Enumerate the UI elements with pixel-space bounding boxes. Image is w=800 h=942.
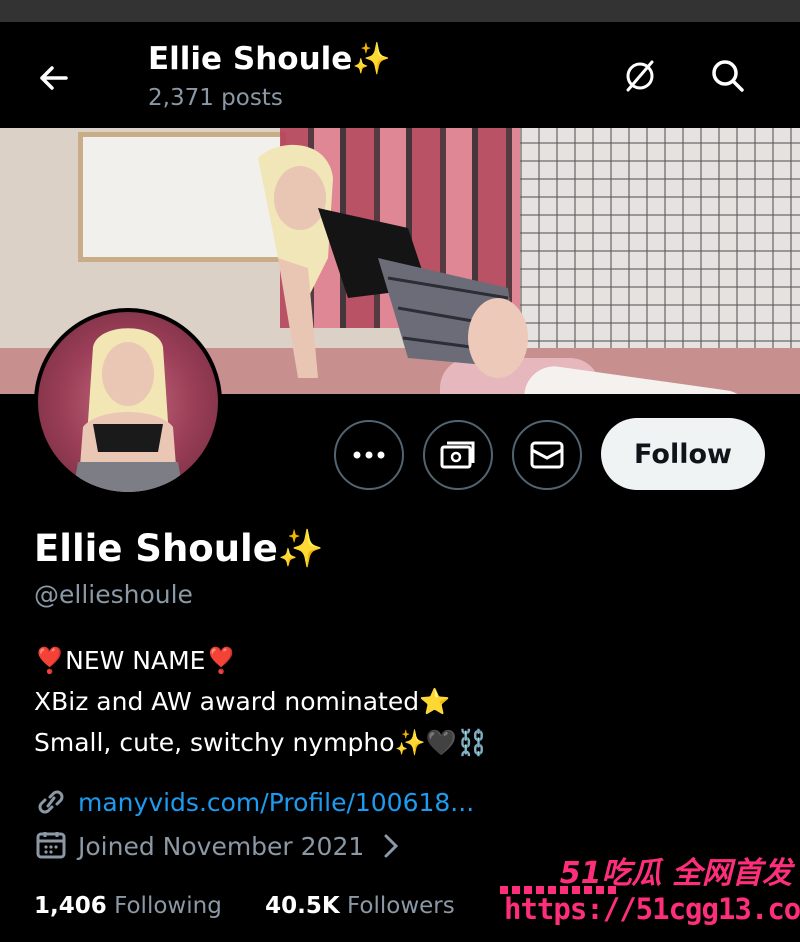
joined-text: Joined November 2021: [78, 832, 365, 861]
avatar[interactable]: [34, 308, 222, 496]
profile-stats: 1,406 Following 40.5K Followers: [34, 893, 455, 919]
bio-line-1: ❣️NEW NAME❣️: [34, 646, 237, 675]
profile-link-text[interactable]: manyvids.com/Profile/100618...: [78, 788, 474, 817]
joined-date[interactable]: Joined November 2021: [34, 830, 400, 861]
slash-circle-icon: [626, 60, 654, 92]
back-button[interactable]: [34, 58, 74, 98]
following-link[interactable]: 1,406 Following: [34, 893, 222, 919]
search-icon: [712, 60, 744, 92]
page-title: Ellie Shoule✨: [148, 41, 391, 77]
search-button[interactable]: [706, 54, 750, 98]
followers-link[interactable]: 40.5K Followers: [265, 893, 455, 919]
banner-wall-grid: [520, 128, 800, 378]
more-icon: [353, 451, 385, 459]
tip-button[interactable]: [423, 420, 493, 490]
more-button[interactable]: [334, 420, 404, 490]
money-icon: [440, 441, 475, 469]
avatar-photo: [73, 328, 183, 492]
arrow-left-icon: [40, 66, 68, 90]
banner-person: [258, 144, 528, 378]
profile-handle: @ellieshoule: [34, 580, 193, 609]
follow-button[interactable]: Follow: [601, 418, 765, 490]
followers-label: Followers: [347, 893, 455, 919]
watermark-url: https://51cgg13.com: [504, 892, 800, 926]
message-button[interactable]: [512, 420, 582, 490]
grok-button[interactable]: [618, 54, 662, 98]
following-label: Following: [114, 893, 222, 919]
profile-name: Ellie Shoule✨: [34, 527, 324, 570]
bio-line-3: Small, cute, switchy nympho✨🖤⛓️: [34, 728, 488, 757]
status-bar: [0, 0, 800, 22]
calendar-icon: [36, 832, 66, 859]
link-icon: [38, 790, 64, 814]
following-count: 1,406: [34, 893, 107, 919]
bio-line-2: XBiz and AW award nominated⭐: [34, 687, 451, 716]
followers-count: 40.5K: [265, 893, 340, 919]
chevron-right-icon: [384, 834, 399, 858]
posts-count: 2,371 posts: [148, 85, 283, 111]
mail-icon: [530, 441, 564, 469]
profile-link[interactable]: manyvids.com/Profile/100618...: [34, 788, 474, 817]
top-bar: Ellie Shoule✨ 2,371 posts: [0, 22, 800, 128]
watermark: 51吃瓜 全网首发 https://51cgg13.com: [500, 848, 800, 942]
